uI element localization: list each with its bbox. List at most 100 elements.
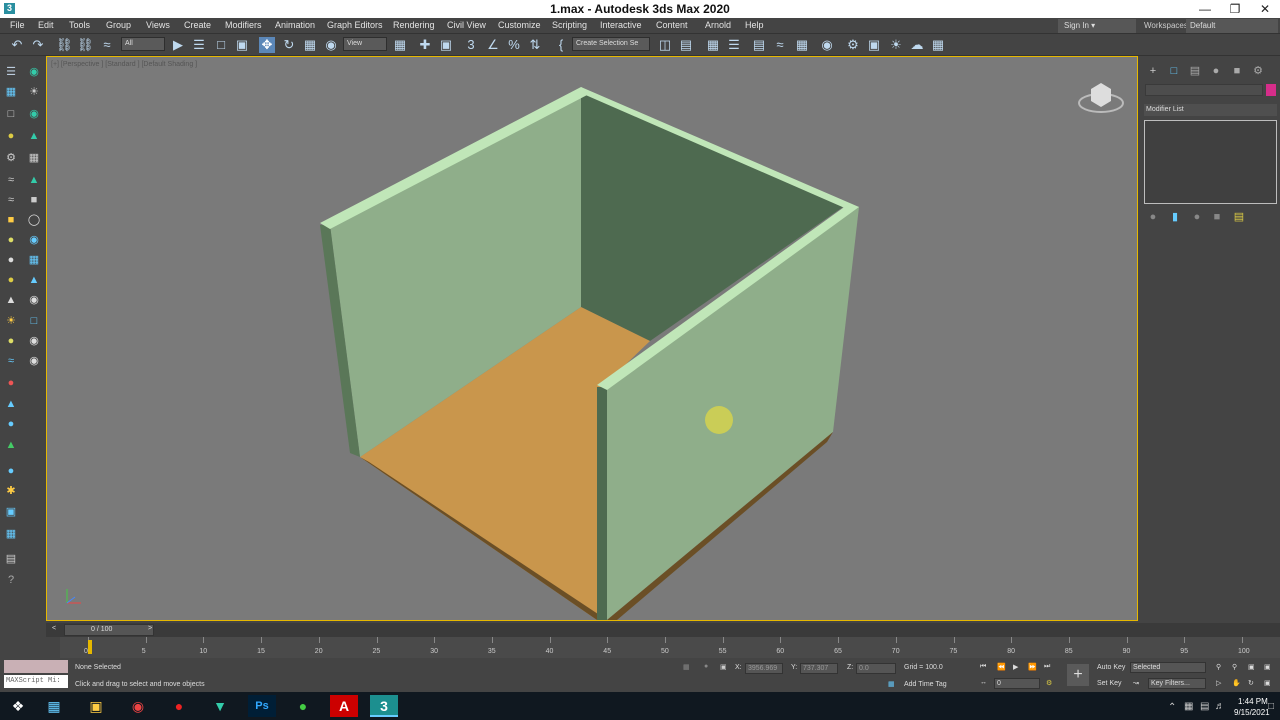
cylinder-icon[interactable]: ● <box>4 253 18 267</box>
current-frame-field[interactable]: 0 <box>994 678 1040 689</box>
plane-icon[interactable]: ▦ <box>27 253 41 267</box>
space-warp-icon[interactable]: ≈ <box>4 193 18 207</box>
pan-icon[interactable]: ✋ <box>1232 679 1241 687</box>
key-mode-icon[interactable]: ↔ <box>980 679 987 686</box>
field-of-view-icon[interactable]: ▷ <box>1216 679 1221 687</box>
lock-selection-icon[interactable]: ● <box>704 663 708 670</box>
set-key-button[interactable]: Set Key <box>1097 680 1122 687</box>
rendered-frame-icon[interactable]: ▣ <box>866 37 882 53</box>
select-object-icon[interactable]: ▶ <box>170 37 186 53</box>
globe-icon[interactable]: ● <box>4 417 18 431</box>
motion-icon[interactable]: ⚙ <box>4 151 18 165</box>
modify-tab-icon[interactable]: □ <box>1167 64 1181 78</box>
set-key-icon[interactable]: + <box>1067 664 1089 686</box>
time-tag-icon[interactable]: ▦ <box>888 680 895 688</box>
menu-arnold[interactable]: Arnold <box>705 20 731 30</box>
hierarchy-icon[interactable]: ● <box>4 129 18 143</box>
sun-icon[interactable]: ☀ <box>27 85 41 99</box>
eye-icon[interactable]: ◉ <box>27 334 41 348</box>
autocad-icon[interactable]: A <box>330 695 358 717</box>
volume-icon[interactable]: ♬ <box>1215 701 1225 712</box>
curve-editor-icon[interactable]: ≈ <box>772 37 788 53</box>
create-icon[interactable]: ▦ <box>4 85 18 99</box>
maxscript-listener[interactable] <box>4 660 68 673</box>
mesh-icon[interactable]: ▲ <box>4 397 18 411</box>
modifier-list-dropdown[interactable]: Modifier List <box>1144 104 1277 116</box>
menu-content[interactable]: Content <box>656 20 688 30</box>
minimize-icon[interactable]: — <box>1190 0 1220 18</box>
paint-icon[interactable]: ● <box>4 376 18 390</box>
spinner-snap-icon[interactable]: ⇅ <box>527 37 543 53</box>
helper-icon[interactable]: ▲ <box>27 129 41 143</box>
object-name-field[interactable] <box>1145 84 1263 96</box>
viewport-layouts-icon[interactable]: ☰ <box>4 65 18 79</box>
redo-icon[interactable]: ↷ <box>30 37 46 53</box>
show-end-result-icon[interactable]: ▮ <box>1168 210 1182 224</box>
maximize-icon[interactable]: ❐ <box>1220 0 1250 18</box>
teapot-icon[interactable]: ◉ <box>27 233 41 247</box>
object-color-swatch[interactable] <box>1266 84 1276 96</box>
render-setup-icon[interactable]: ⚙ <box>845 37 861 53</box>
menu-create[interactable]: Create <box>184 20 211 30</box>
menu-interactive[interactable]: Interactive <box>600 20 642 30</box>
schematic-view-icon[interactable]: ▦ <box>794 37 810 53</box>
align-icon[interactable]: ▤ <box>678 37 694 53</box>
zoom-extents-icon[interactable]: ▣ <box>1248 663 1255 671</box>
pyramid-icon[interactable]: ▲ <box>27 273 41 287</box>
prev-frame-icon[interactable]: < <box>52 625 56 632</box>
add-time-tag[interactable]: Add Time Tag <box>904 681 947 688</box>
zoom-all-icon[interactable]: ⚲ <box>1232 663 1237 671</box>
help-icon[interactable]: ? <box>4 573 18 587</box>
close-icon[interactable]: ✕ <box>1250 0 1280 18</box>
configure-modifier-sets-icon[interactable]: ▤ <box>1232 210 1246 224</box>
previous-key-icon[interactable]: ⏪ <box>997 663 1006 671</box>
photoshop-icon[interactable]: Ps <box>248 695 276 717</box>
next-frame-icon[interactable]: > <box>148 625 152 632</box>
record-icon[interactable]: ● <box>165 695 193 717</box>
time-slider[interactable]: < 0 / 100 > <box>46 623 1280 637</box>
utilities-icon[interactable]: ≈ <box>4 173 18 187</box>
motion-tab-icon[interactable]: ● <box>1209 64 1223 78</box>
3ds-max-taskbar-icon[interactable]: 3 <box>370 695 398 717</box>
window-crossing-icon[interactable]: ▣ <box>234 37 250 53</box>
unlink-icon[interactable]: ⛓ <box>77 37 94 53</box>
tree-icon[interactable]: ▲ <box>27 173 41 187</box>
app-download-icon[interactable]: ▼ <box>206 695 234 717</box>
modify-icon[interactable]: □ <box>4 107 18 121</box>
material-editor-icon[interactable]: ◉ <box>819 37 835 53</box>
orbit-icon[interactable]: ↻ <box>1248 679 1254 687</box>
go-to-end-icon[interactable]: ⏭ <box>1044 663 1050 671</box>
time-config-icon[interactable]: ⚙ <box>1046 679 1052 687</box>
menu-help[interactable]: Help <box>745 20 764 30</box>
key-filter-toggle-icon[interactable]: ↝ <box>1133 679 1139 687</box>
move-icon[interactable]: ✥ <box>259 37 275 53</box>
start-icon[interactable]: ❖ <box>4 695 32 717</box>
maxscript-mini-listener[interactable]: MAXScript Mi: <box>4 675 68 688</box>
tray-arrow-icon[interactable]: ⌃ <box>1168 702 1176 713</box>
menu-graph-editors[interactable]: Graph Editors <box>327 20 383 30</box>
angle-snap-icon[interactable]: ∠ <box>485 37 501 53</box>
link-icon[interactable]: ⛓ <box>56 37 73 53</box>
edit-named-selection-icon[interactable]: { <box>553 37 569 53</box>
x-coordinate-field[interactable]: 3956.969 <box>745 663 783 674</box>
z-coordinate-field[interactable]: 0.0 <box>856 663 896 674</box>
percent-snap-icon[interactable]: % <box>506 37 522 53</box>
sketchup-icon[interactable]: ● <box>289 695 317 717</box>
mirror-icon[interactable]: ◫ <box>657 37 673 53</box>
scene-explorer-icon[interactable]: ▦ <box>705 37 721 53</box>
scale-icon[interactable]: ▦ <box>302 37 318 53</box>
hierarchy-tab-icon[interactable]: ▤ <box>1188 64 1202 78</box>
spot-icon[interactable]: ● <box>4 334 18 348</box>
time-slider-thumb[interactable]: 0 / 100 <box>64 624 154 636</box>
play-icon[interactable]: ▶ <box>1013 663 1018 671</box>
menu-scripting[interactable]: Scripting <box>552 20 587 30</box>
particles-icon[interactable]: ✱ <box>4 484 18 498</box>
camera-icon[interactable]: ◉ <box>27 107 41 121</box>
workspace-dropdown[interactable]: Default <box>1186 19 1278 33</box>
tube-icon[interactable]: ● <box>4 273 18 287</box>
toggle-ribbon-icon[interactable]: ▤ <box>751 37 767 53</box>
torus-icon[interactable]: ◯ <box>27 213 41 227</box>
selection-filter-dropdown[interactable]: All <box>121 37 165 51</box>
go-to-start-icon[interactable]: ⏮ <box>980 663 986 671</box>
perspective-viewport[interactable]: [+] [Perspective ] [Standard ] [Default … <box>46 56 1138 621</box>
